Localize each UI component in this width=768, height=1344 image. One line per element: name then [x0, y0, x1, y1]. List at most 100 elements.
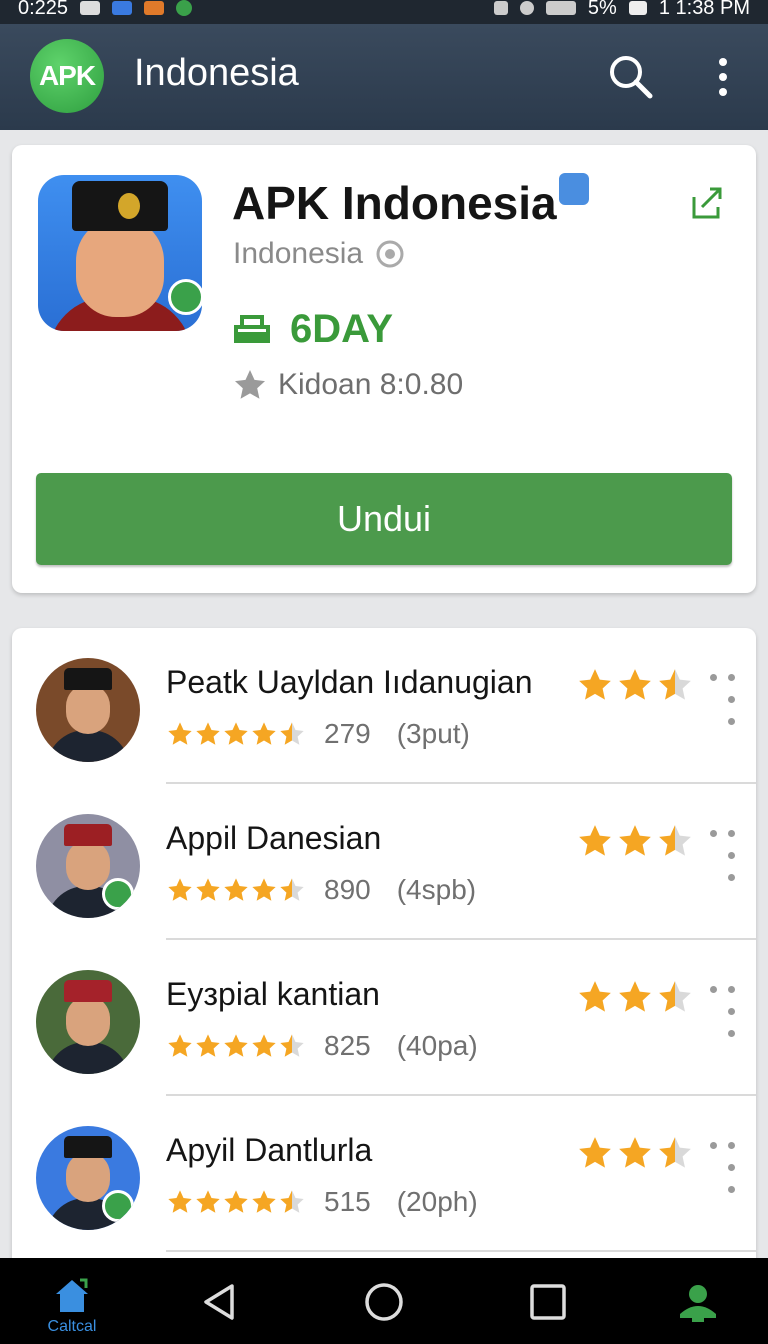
list-item[interactable]: Apyil Dantlurla 515 (20ph) — [12, 1096, 756, 1252]
list-item-title: Appil Danesian — [166, 820, 382, 856]
review-count: 279 — [324, 718, 371, 749]
avatar — [36, 1126, 140, 1230]
store-notification-icon — [144, 1, 165, 15]
divider — [166, 1250, 756, 1252]
star-icon — [659, 825, 691, 856]
mini-star-rating — [576, 822, 694, 860]
star-icon — [579, 825, 611, 856]
gift-box-icon — [234, 314, 270, 343]
share-button[interactable] — [688, 183, 726, 221]
battery-percent: 5% — [587, 0, 617, 19]
sync-icon — [519, 1, 534, 15]
item-size: (3put) — [396, 718, 470, 749]
share-icon — [692, 187, 722, 219]
rating-line: Kidoan 8:0.80 — [232, 367, 463, 403]
avatar — [36, 658, 140, 762]
more-vert-icon — [719, 58, 727, 66]
verified-icon — [102, 1190, 134, 1222]
nav-home-label: Caltcal — [47, 1318, 97, 1335]
list-item-title: Peatk Uayldan Iıdanugian — [166, 664, 533, 700]
star-icon — [619, 825, 651, 856]
search-button[interactable] — [606, 52, 656, 102]
item-size: (4spb) — [396, 874, 477, 905]
overflow-menu-button[interactable] — [708, 52, 738, 102]
vibrate-icon — [493, 1, 508, 15]
avatar — [36, 814, 140, 918]
nav-home[interactable]: Caltcal — [40, 1276, 104, 1342]
list-item-title: Eyзpial kantian — [166, 976, 380, 1012]
star-icon — [168, 722, 192, 745]
star-icon — [196, 1034, 220, 1057]
item-size: (40pa) — [396, 1030, 478, 1061]
list-item-meta: 890 (4spb) — [166, 874, 476, 906]
profile-icon[interactable] — [676, 1280, 720, 1324]
info-icon[interactable] — [558, 173, 589, 205]
star-icon — [280, 1034, 304, 1057]
avatar — [36, 970, 140, 1074]
star-icon — [280, 722, 304, 745]
star-icon — [224, 878, 248, 901]
star-icon — [252, 878, 276, 901]
list-item[interactable]: Peatk Uayldan Iıdanugian 279 (3put) — [12, 628, 756, 784]
apk-logo[interactable]: APK — [30, 39, 104, 113]
star-icon — [619, 669, 651, 700]
battery-icon — [628, 1, 647, 15]
list-item[interactable]: Eyзpial kantian 825 (40pa) — [12, 940, 756, 1096]
item-menu-button[interactable] — [710, 674, 735, 744]
star-icon — [579, 1137, 611, 1168]
download-button[interactable]: Undui — [36, 473, 732, 565]
review-count: 825 — [324, 1030, 371, 1061]
star-icon — [235, 370, 265, 399]
home-circle-icon[interactable] — [362, 1280, 406, 1324]
app-name: APK Indonesia — [232, 173, 589, 230]
star-icon — [196, 1190, 220, 1213]
home-icon — [56, 1278, 88, 1312]
star-rating — [166, 876, 306, 904]
list-item-meta: 825 (40pa) — [166, 1030, 478, 1062]
star-icon — [196, 878, 220, 901]
star-icon — [224, 1190, 248, 1213]
star-icon — [252, 1190, 276, 1213]
star-icon — [168, 878, 192, 901]
item-size: (20ph) — [396, 1186, 478, 1217]
star-icon — [579, 981, 611, 1012]
star-icon — [659, 981, 691, 1012]
star-icon — [196, 722, 220, 745]
star-icon — [168, 1190, 192, 1213]
mail-icon — [80, 1, 101, 15]
promo-text: 6DAY — [290, 307, 394, 351]
item-menu-button[interactable] — [710, 986, 735, 1056]
star-icon — [224, 722, 248, 745]
list-item-meta: 515 (20ph) — [166, 1186, 478, 1218]
wifi-signal-icon — [545, 1, 576, 15]
list-item-title: Apyil Dantlurla — [166, 1132, 373, 1168]
item-menu-button[interactable] — [710, 1142, 735, 1212]
app-developer: Indonesia — [233, 237, 405, 271]
app-bar-title: Indonesia — [134, 52, 299, 94]
mini-star-rating — [576, 1134, 694, 1172]
star-rating — [166, 1188, 306, 1216]
star-icon — [579, 669, 611, 700]
item-menu-button[interactable] — [710, 830, 735, 900]
review-count: 515 — [324, 1186, 371, 1217]
star-icon — [659, 1137, 691, 1168]
check-notification-icon — [176, 0, 193, 16]
verified-icon — [102, 878, 134, 910]
star-rating — [166, 720, 306, 748]
star-icon — [252, 722, 276, 745]
star-icon — [280, 878, 304, 901]
bottom-nav-bar: Caltcal — [0, 1258, 768, 1344]
recents-icon[interactable] — [526, 1280, 570, 1324]
app-icon[interactable] — [38, 175, 202, 331]
status-bar: 0:225 5% 1 1:38 PM — [0, 0, 768, 24]
verified-icon — [168, 279, 202, 315]
app-detail-card: APK Indonesia Indonesia 6DAY Kidoan 8:0.… — [12, 145, 756, 593]
back-icon[interactable] — [198, 1280, 242, 1324]
star-icon — [619, 1137, 651, 1168]
status-time-right: 1 1:38 PM — [658, 0, 750, 19]
app-bar: APK Indonesia — [0, 24, 768, 130]
list-item[interactable]: Appil Danesian 890 (4spb) — [12, 784, 756, 940]
mini-star-rating — [576, 978, 694, 1016]
promo-row: 6DAY — [232, 307, 393, 352]
star-icon — [252, 1034, 276, 1057]
